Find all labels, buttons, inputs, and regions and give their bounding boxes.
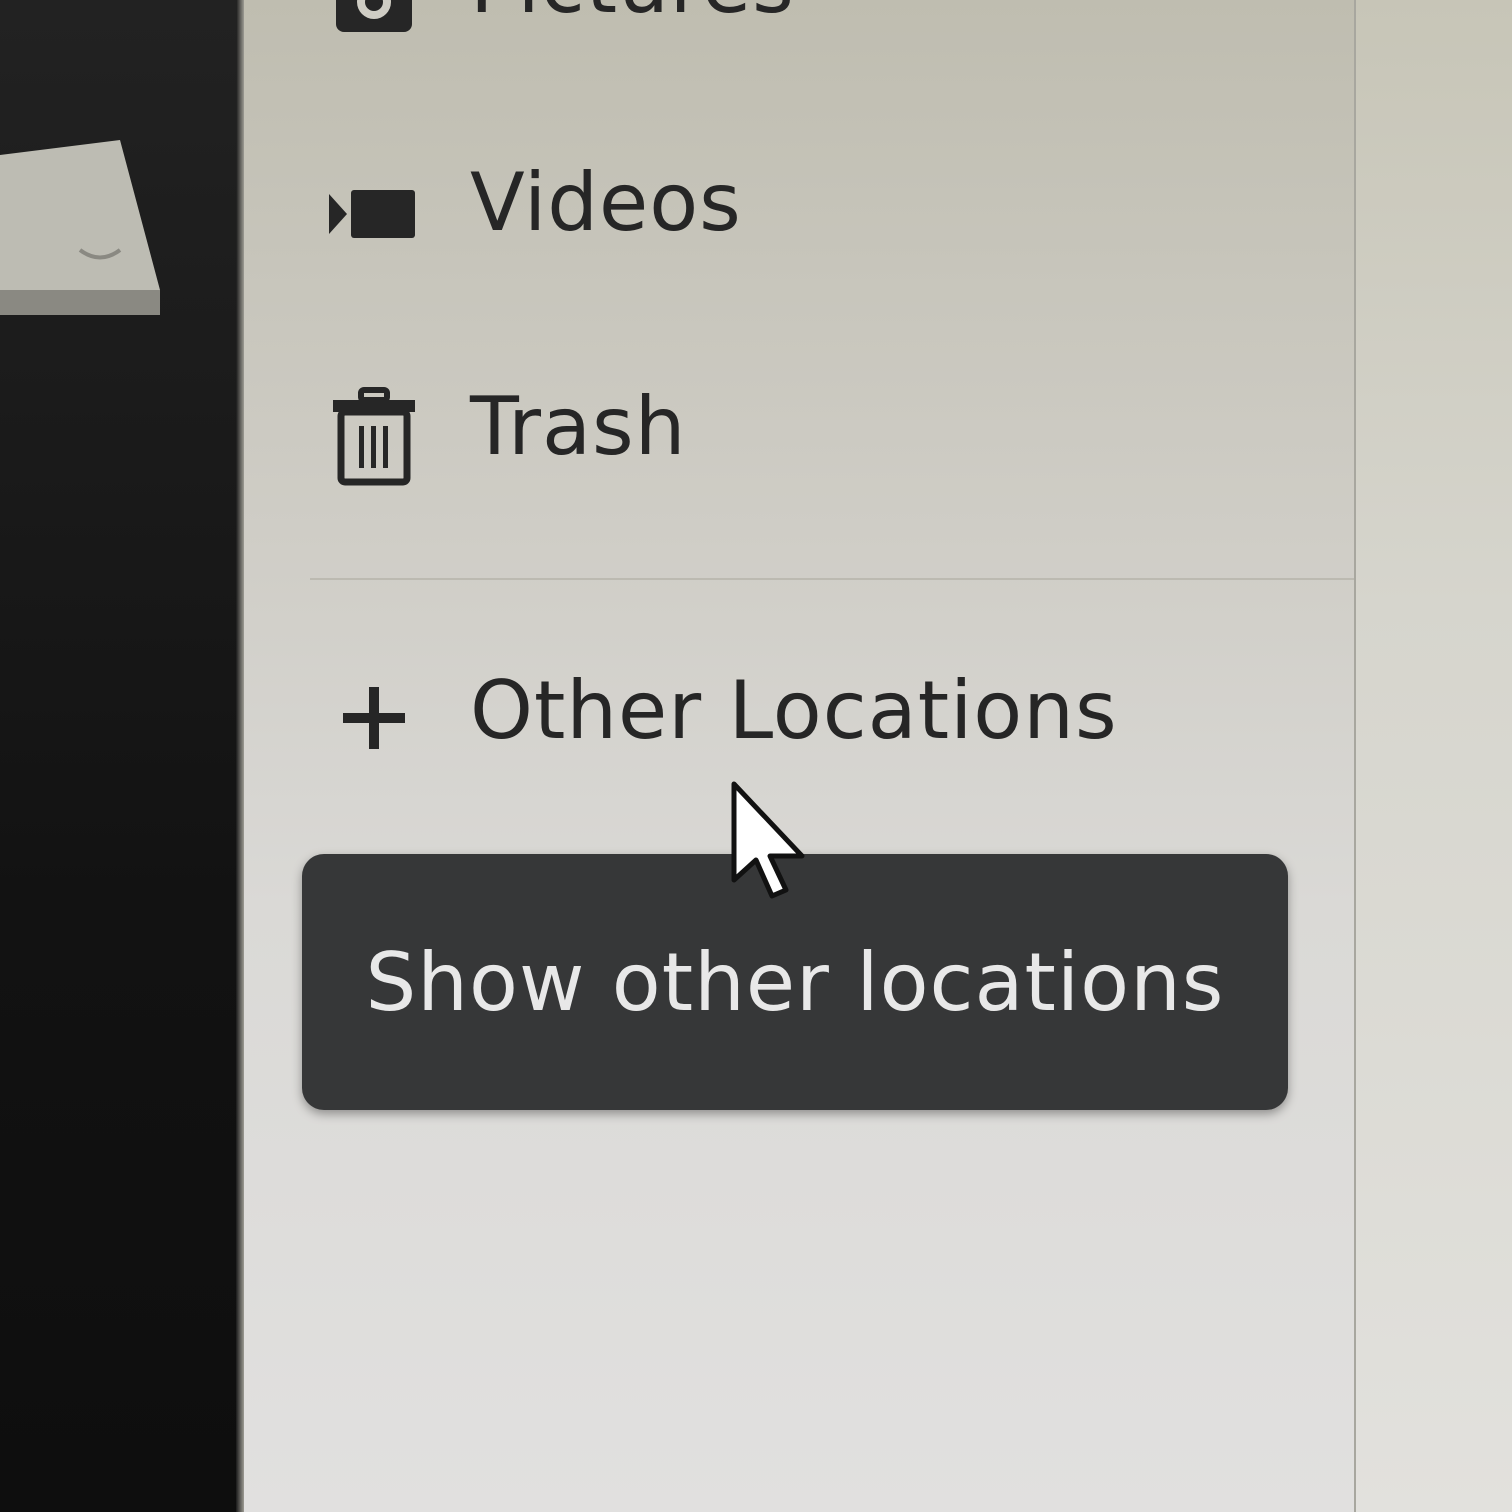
drive-icon[interactable] bbox=[0, 140, 160, 315]
dock-edge bbox=[236, 0, 244, 1512]
sidebar-item-videos[interactable]: Videos bbox=[244, 156, 1354, 276]
camera-icon bbox=[328, 0, 420, 48]
tooltip-text: Show other locations bbox=[365, 935, 1225, 1029]
sidebar-item-label: Trash bbox=[470, 380, 687, 473]
sidebar-item-other-locations[interactable]: Other Locations bbox=[244, 660, 1354, 780]
sidebar-separator bbox=[310, 578, 1354, 580]
sidebar-item-label: Other Locations bbox=[470, 664, 1118, 757]
plus-icon bbox=[328, 668, 420, 768]
file-view-area[interactable] bbox=[1354, 0, 1512, 1512]
places-sidebar: Pictures Videos Trash bbox=[244, 0, 1354, 1512]
launcher-dock bbox=[0, 0, 244, 1512]
sidebar-item-trash[interactable]: Trash bbox=[244, 378, 1354, 498]
trash-icon bbox=[328, 386, 420, 486]
sidebar-item-pictures[interactable]: Pictures bbox=[244, 0, 1354, 58]
sidebar-item-label: Pictures bbox=[470, 0, 795, 31]
sidebar-item-label: Videos bbox=[470, 156, 742, 249]
mouse-pointer-icon bbox=[731, 781, 805, 899]
video-camera-icon bbox=[328, 164, 420, 264]
